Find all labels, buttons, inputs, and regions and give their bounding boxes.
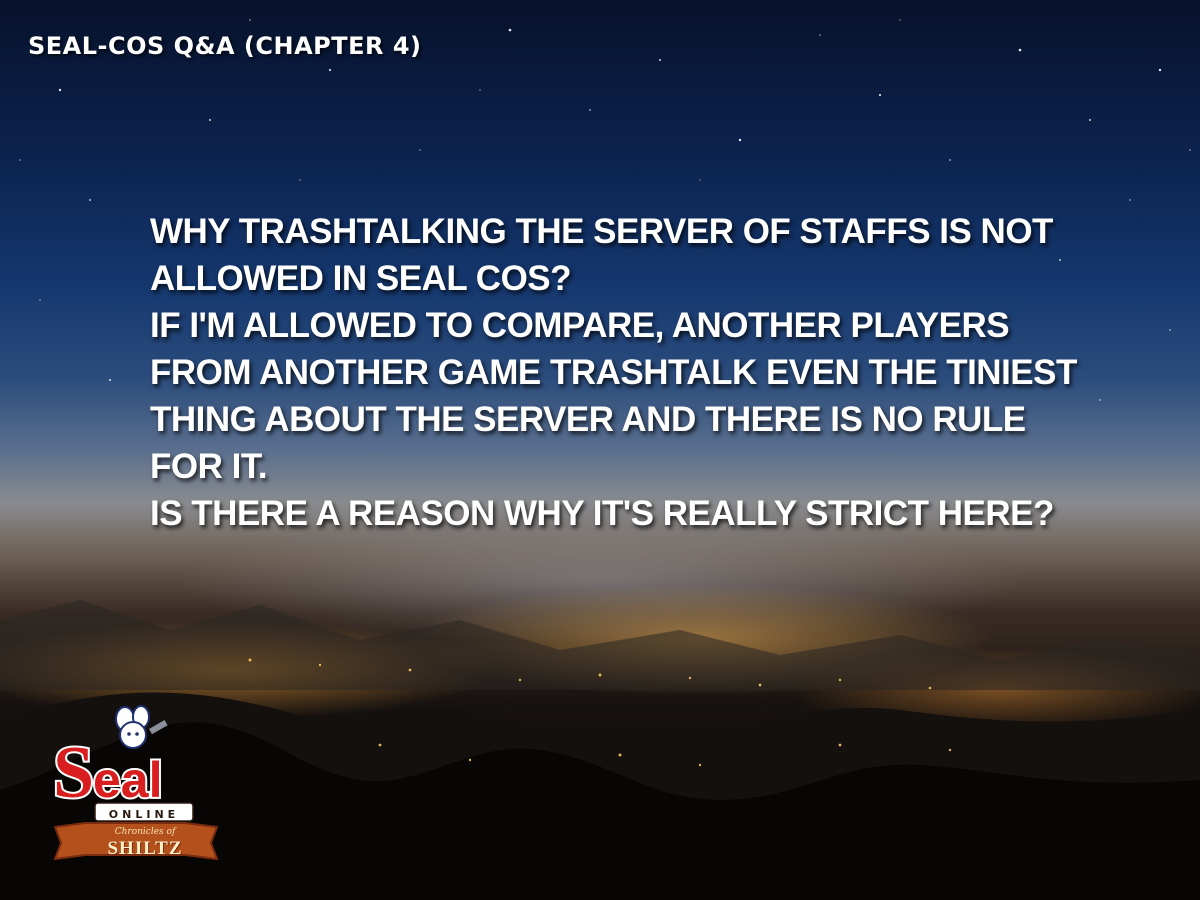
question-paragraph: WHY TRASHTALKING THE SERVER OF STAFFS IS… (150, 212, 1053, 298)
logo-name: SHILTZ (107, 838, 183, 859)
question-paragraph: IS THERE A REASON WHY IT'S REALLY STRICT… (150, 494, 1054, 533)
logo-tagline: Chronicles of (114, 827, 176, 837)
seal-online-logo: S eal ONLINE Chronicles of SHILTZ (45, 705, 225, 865)
page-title: SEAL-COS Q&A (CHAPTER 4) (28, 32, 422, 60)
question-text: WHY TRASHTALKING THE SERVER OF STAFFS IS… (150, 208, 1080, 537)
logo-subtitle: ONLINE (108, 808, 180, 821)
svg-text:S: S (53, 732, 94, 814)
mascot-icon (115, 705, 168, 749)
question-paragraph: IF I'M ALLOWED TO COMPARE, ANOTHER PLAYE… (150, 306, 1077, 486)
svg-text:eal: eal (93, 752, 163, 808)
